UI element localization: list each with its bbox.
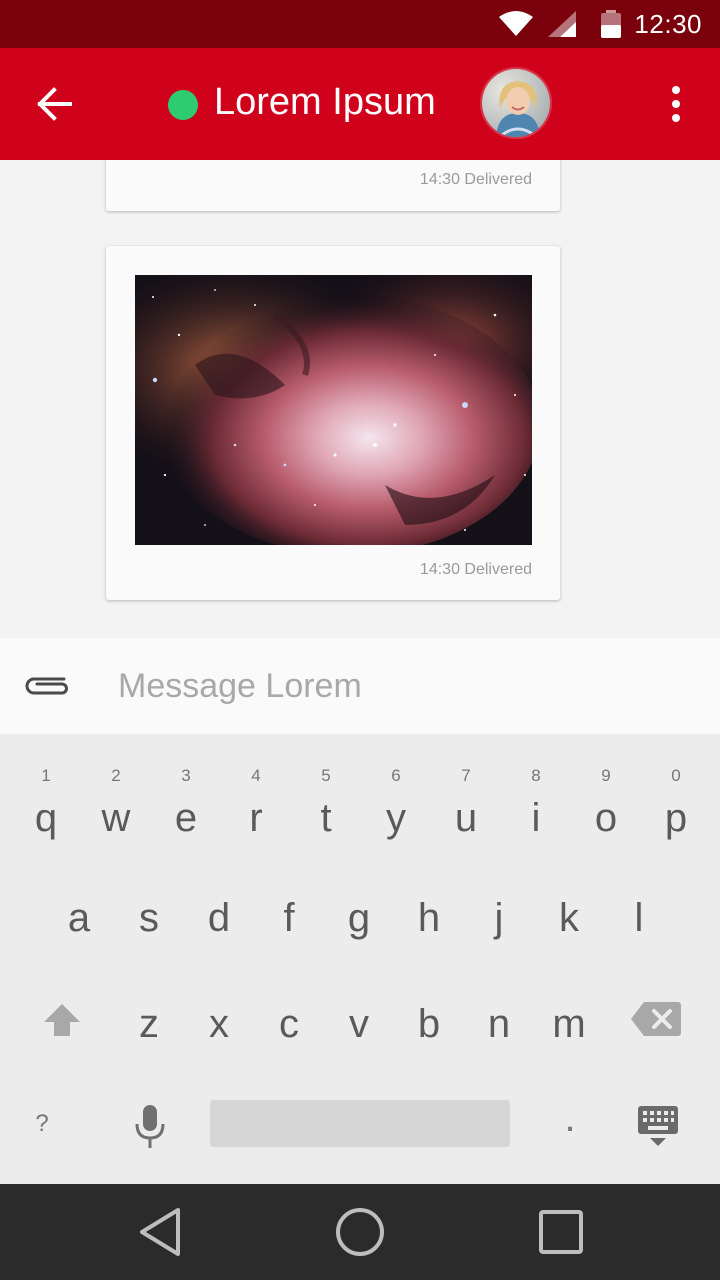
contact-name[interactable]: Lorem Ipsum (214, 81, 436, 124)
message-bubble-image[interactable]: 14:30 Delivered (106, 246, 560, 600)
key-g[interactable]: g (324, 896, 394, 941)
key-label: o (594, 796, 618, 840)
keyboard-icon[interactable] (636, 1106, 680, 1148)
key-label: t (320, 796, 332, 840)
key-label: w (101, 796, 131, 840)
key-s[interactable]: s (114, 896, 184, 941)
key-q[interactable]: 1q (11, 766, 81, 841)
status-bar: 12:30 (0, 0, 720, 48)
key-k[interactable]: k (534, 896, 604, 941)
key-b[interactable]: b (394, 1002, 464, 1047)
battery-icon (601, 10, 621, 38)
status-time: 12:30 (634, 9, 702, 39)
key-f[interactable]: f (254, 896, 324, 941)
key-hint: 9 (601, 766, 611, 785)
nav-home-icon[interactable] (334, 1206, 386, 1258)
message-image-nebula[interactable] (135, 275, 532, 545)
key-hint: 3 (181, 766, 191, 785)
key-label: u (454, 796, 478, 840)
key-n[interactable]: n (464, 1002, 534, 1047)
key-period[interactable]: . (550, 1096, 590, 1141)
key-e[interactable]: 3e (151, 766, 221, 841)
key-label: y (386, 796, 406, 840)
message-meta: 14:30 Delivered (419, 171, 532, 188)
chat-thread[interactable]: 14:30 Delivered 14:30 Delivered (0, 160, 720, 638)
avatar[interactable] (480, 67, 552, 139)
nav-back-icon[interactable] (136, 1206, 184, 1258)
key-hint: 8 (531, 766, 541, 785)
key-hint: 4 (251, 766, 261, 785)
key-m[interactable]: m (534, 1002, 604, 1047)
key-label: i (531, 796, 541, 840)
key-c[interactable]: c (254, 1002, 324, 1047)
key-hint: 6 (391, 766, 401, 785)
key-h[interactable]: h (394, 896, 464, 941)
more-vert-icon[interactable] (660, 82, 692, 126)
key-t[interactable]: 5t (291, 766, 361, 841)
backspace-icon[interactable] (630, 1000, 682, 1038)
key-w[interactable]: 2w (81, 766, 151, 841)
key-a[interactable]: a (44, 896, 114, 941)
key-z[interactable]: z (114, 1002, 184, 1047)
soft-keyboard: 1q 2w 3e 4r 5t 6y 7u 8i 9o 0p a s d f g … (0, 734, 720, 1184)
app-bar: Lorem Ipsum (0, 48, 720, 160)
key-label: p (664, 796, 688, 840)
presence-indicator (168, 90, 198, 120)
back-arrow-icon[interactable] (32, 82, 76, 126)
nav-recents-icon[interactable] (537, 1206, 585, 1258)
key-d[interactable]: d (184, 896, 254, 941)
shift-icon[interactable] (42, 1002, 82, 1038)
system-nav-bar (0, 1184, 720, 1280)
key-l[interactable]: l (604, 896, 674, 941)
message-input[interactable] (118, 664, 678, 708)
key-space[interactable] (210, 1100, 510, 1147)
key-o[interactable]: 9o (571, 766, 641, 841)
key-x[interactable]: x (184, 1002, 254, 1047)
key-p[interactable]: 0p (641, 766, 711, 841)
key-u[interactable]: 7u (431, 766, 501, 841)
wifi-icon (499, 11, 533, 36)
message-meta: 14:30 Delivered (419, 561, 532, 578)
key-hint: 5 (321, 766, 331, 785)
key-label: q (34, 796, 58, 840)
paperclip-icon[interactable] (24, 671, 70, 701)
key-label: e (174, 796, 198, 840)
message-composer (0, 638, 720, 734)
key-symbols[interactable]: ? (26, 1110, 58, 1138)
key-i[interactable]: 8i (501, 766, 571, 841)
key-y[interactable]: 6y (361, 766, 431, 841)
key-r[interactable]: 4r (221, 766, 291, 841)
key-hint: 7 (461, 766, 471, 785)
message-bubble[interactable]: 14:30 Delivered (106, 160, 560, 211)
key-hint: 1 (41, 766, 51, 785)
cell-signal-icon (548, 11, 576, 37)
key-j[interactable]: j (464, 896, 534, 941)
key-label: r (249, 796, 263, 840)
key-v[interactable]: v (324, 1002, 394, 1047)
key-hint: 2 (111, 766, 121, 785)
key-hint: 0 (671, 766, 681, 785)
mic-icon[interactable] (133, 1104, 167, 1150)
